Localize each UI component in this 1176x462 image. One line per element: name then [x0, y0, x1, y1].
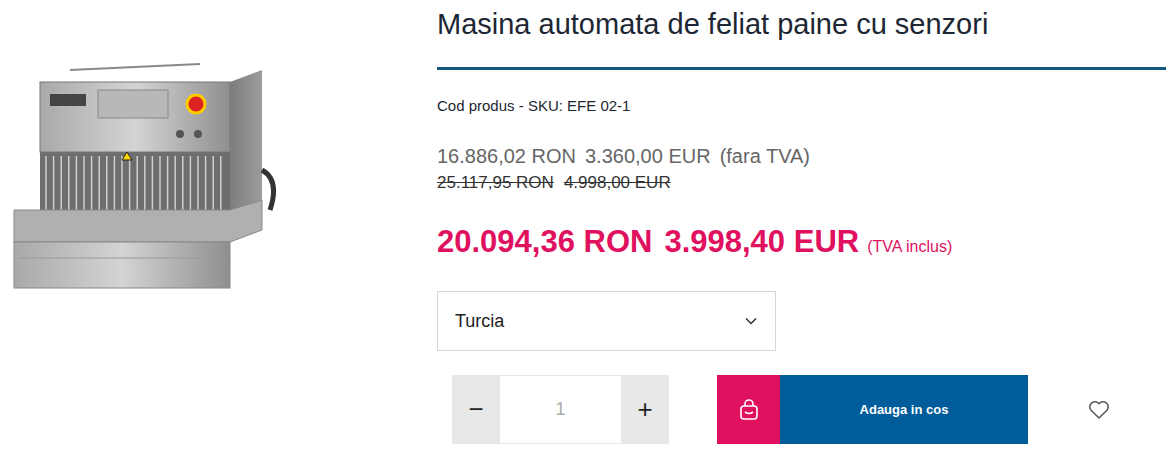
price-net-eur: 3.360,00 EUR: [585, 143, 711, 169]
wishlist-button[interactable]: [1084, 396, 1114, 424]
product-photo[interactable]: [0, 60, 280, 300]
quantity-input[interactable]: 1: [500, 375, 621, 444]
add-to-cart-button[interactable]: Adauga in cos: [717, 375, 1028, 444]
quantity-stepper: − 1 +: [452, 375, 669, 444]
price-gross-note: (TVA inclus): [867, 238, 952, 256]
origin-select-value: Turcia: [455, 311, 504, 332]
add-to-cart-label: Adauga in cos: [780, 375, 1028, 444]
origin-select[interactable]: Turcia: [437, 291, 776, 351]
product-page: Masina automata de feliat paine cu senzo…: [0, 0, 1176, 462]
price-old: 25.117,95 RON 4.998,00 EUR: [437, 172, 671, 194]
shopping-bag-icon: [738, 399, 760, 421]
price-gross-eur: 3.998,40 EUR: [664, 222, 859, 262]
product-gallery: [0, 0, 437, 462]
price-gross: 20.094,36 RON 3.998,40 EUR (TVA inclus): [437, 222, 952, 262]
title-divider: [437, 67, 1166, 70]
chevron-down-icon: [745, 317, 757, 325]
price-net-ron: 16.886,02 RON: [437, 143, 576, 169]
product-title: Masina automata de feliat paine cu senzo…: [437, 6, 988, 42]
price-old-ron: 25.117,95 RON: [437, 172, 554, 194]
purchase-row: − 1 + Adauga in cos: [452, 375, 1114, 444]
quantity-plus-button[interactable]: +: [621, 375, 669, 444]
price-old-eur: 4.998,00 EUR: [564, 172, 671, 194]
price-net: 16.886,02 RON 3.360,00 EUR (fara TVA): [437, 143, 810, 169]
price-net-note: (fara TVA): [720, 143, 810, 169]
price-gross-ron: 20.094,36 RON: [437, 222, 652, 262]
heart-icon: [1088, 400, 1110, 420]
quantity-minus-button[interactable]: −: [452, 375, 500, 444]
product-sku: Cod produs - SKU: EFE 02-1: [437, 96, 630, 116]
cart-icon-box: [717, 375, 780, 444]
product-details: Masina automata de feliat paine cu senzo…: [437, 0, 1176, 462]
